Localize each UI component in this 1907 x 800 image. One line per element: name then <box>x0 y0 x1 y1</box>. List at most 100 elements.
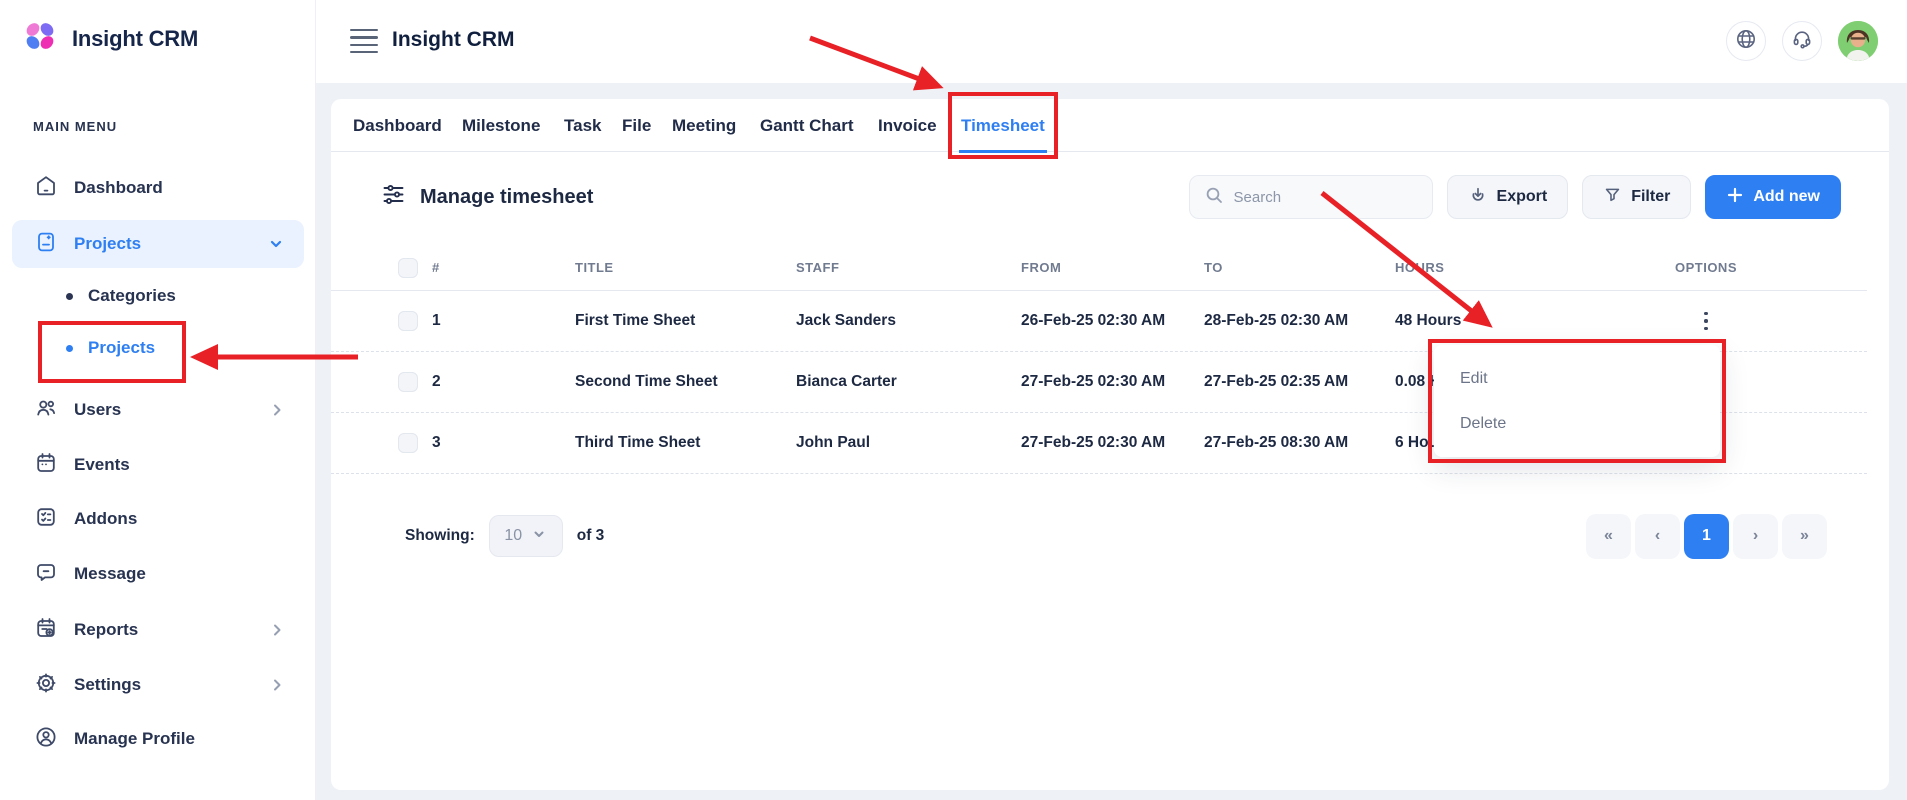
sidebar-item-label: Users <box>74 400 121 420</box>
menu-item-delete[interactable]: Delete <box>1434 401 1720 446</box>
col-header-options: OPTIONS <box>1545 260 1867 275</box>
col-header-title[interactable]: TITLE <box>575 260 796 275</box>
sidebar-item-label: Projects <box>88 338 155 358</box>
sidebar-item-addons[interactable]: Addons <box>12 495 304 543</box>
cell-title: Third Time Sheet <box>575 434 796 452</box>
sidebar-item-dashboard[interactable]: Dashboard <box>12 164 304 212</box>
tab-gantt-chart[interactable]: Gantt Chart <box>760 99 854 152</box>
col-header-to[interactable]: TO <box>1204 260 1395 275</box>
gear-icon <box>34 671 58 700</box>
sliders-icon <box>381 182 406 212</box>
page-1-button[interactable]: 1 <box>1684 514 1729 559</box>
pagination: Showing: 10 of 3 « ‹ 1 › » <box>405 510 1827 562</box>
sidebar-item-label: Settings <box>74 675 141 695</box>
sidebar-item-projects-sub[interactable]: Projects <box>12 324 304 372</box>
page-buttons: « ‹ 1 › » <box>1586 514 1827 559</box>
sidebar-item-message[interactable]: Message <box>12 550 304 598</box>
home-icon <box>34 174 58 203</box>
sidebar-item-label: Addons <box>74 509 137 529</box>
tab-invoice[interactable]: Invoice <box>878 99 937 152</box>
sidebar-item-label: Message <box>74 564 146 584</box>
sidebar-item-projects[interactable]: Projects <box>12 220 304 268</box>
page-size-select[interactable]: 10 <box>489 515 563 557</box>
last-page-button[interactable]: » <box>1782 514 1827 559</box>
timesheet-toolbar: Manage timesheet Export Filter Add new <box>381 172 1841 222</box>
tab-meeting[interactable]: Meeting <box>672 99 736 152</box>
sidebar-item-categories[interactable]: Categories <box>12 272 304 320</box>
bullet-icon <box>66 345 73 352</box>
cell-num: 2 <box>432 373 575 391</box>
chevron-down-icon <box>531 526 547 547</box>
chat-icon <box>34 560 58 589</box>
language-globe-button[interactable] <box>1726 21 1766 61</box>
user-avatar[interactable] <box>1838 21 1878 61</box>
chevron-down-icon <box>266 234 286 254</box>
cell-from: 27-Feb-25 02:30 AM <box>1021 434 1204 452</box>
of-total-label: of 3 <box>577 527 605 545</box>
sidebar-item-manage-profile[interactable]: Manage Profile <box>12 715 304 763</box>
chevron-right-icon <box>268 401 286 419</box>
row-checkbox[interactable] <box>398 311 418 331</box>
row-options-kebab-icon[interactable] <box>1698 306 1714 337</box>
sidebar-item-settings[interactable]: Settings <box>12 661 304 709</box>
sidebar-item-users[interactable]: Users <box>12 386 304 434</box>
col-header-num[interactable]: # <box>432 260 575 275</box>
tab-milestone[interactable]: Milestone <box>462 99 540 152</box>
add-new-button[interactable]: Add new <box>1705 175 1841 219</box>
filter-button[interactable]: Filter <box>1582 175 1691 219</box>
chevron-right-icon <box>268 676 286 694</box>
row-checkbox[interactable] <box>398 433 418 453</box>
col-header-staff[interactable]: STAFF <box>796 260 1021 275</box>
brand-logo-icon <box>20 16 60 61</box>
first-page-button[interactable]: « <box>1586 514 1631 559</box>
module-tabs: Dashboard Milestone Task File Meeting Ga… <box>331 99 1889 152</box>
next-page-button[interactable]: › <box>1733 514 1778 559</box>
tab-dashboard[interactable]: Dashboard <box>353 99 442 152</box>
select-all-checkbox[interactable] <box>398 258 418 278</box>
page-title: Insight CRM <box>392 28 514 52</box>
col-header-from[interactable]: FROM <box>1021 260 1204 275</box>
search-box[interactable] <box>1189 175 1433 219</box>
add-new-label: Add new <box>1753 188 1820 206</box>
export-button[interactable]: Export <box>1447 175 1569 219</box>
tab-file[interactable]: File <box>622 99 651 152</box>
bullet-icon <box>66 293 73 300</box>
table-header-row: # TITLE STAFF FROM TO HOURS OPTIONS <box>331 245 1867 291</box>
menu-toggle-icon[interactable] <box>350 26 378 56</box>
row-checkbox[interactable] <box>398 372 418 392</box>
projects-icon <box>34 230 58 259</box>
sidebar-item-label: Projects <box>74 234 141 254</box>
support-button[interactable] <box>1782 21 1822 61</box>
sidebar-item-reports[interactable]: Reports <box>12 606 304 654</box>
sidebar-section-label: MAIN MENU <box>33 119 117 134</box>
tab-task[interactable]: Task <box>564 99 602 152</box>
brand-name: Insight CRM <box>72 26 198 52</box>
section-heading: Manage timesheet <box>381 182 593 212</box>
sidebar-item-label: Manage Profile <box>74 729 195 749</box>
cell-staff: Jack Sanders <box>796 312 1021 330</box>
globe-icon <box>1735 28 1757 55</box>
headset-icon <box>1791 28 1813 55</box>
plus-icon <box>1726 186 1744 209</box>
tab-timesheet[interactable]: Timesheet <box>961 99 1045 152</box>
checklist-icon <box>34 505 58 534</box>
cell-title: Second Time Sheet <box>575 373 796 391</box>
calendar-icon <box>34 451 58 480</box>
search-icon <box>1204 185 1224 210</box>
search-input[interactable] <box>1234 189 1418 206</box>
app-root: Insight CRM MAIN MENU Dashboard Projects… <box>0 0 1907 800</box>
menu-item-edit[interactable]: Edit <box>1434 356 1720 401</box>
sidebar-item-events[interactable]: Events <box>12 441 304 489</box>
cell-staff: Bianca Carter <box>796 373 1021 391</box>
col-header-hours[interactable]: HOURS <box>1395 260 1545 275</box>
report-icon <box>34 616 58 645</box>
table-row: 1 First Time Sheet Jack Sanders 26-Feb-2… <box>331 291 1867 352</box>
export-label: Export <box>1497 188 1548 206</box>
sidebar-item-label: Categories <box>88 286 176 306</box>
users-icon <box>34 396 58 425</box>
cell-title: First Time Sheet <box>575 312 796 330</box>
cell-to: 27-Feb-25 08:30 AM <box>1204 434 1395 452</box>
prev-page-button[interactable]: ‹ <box>1635 514 1680 559</box>
page-size-value: 10 <box>504 527 522 545</box>
brand[interactable]: Insight CRM <box>20 16 198 61</box>
